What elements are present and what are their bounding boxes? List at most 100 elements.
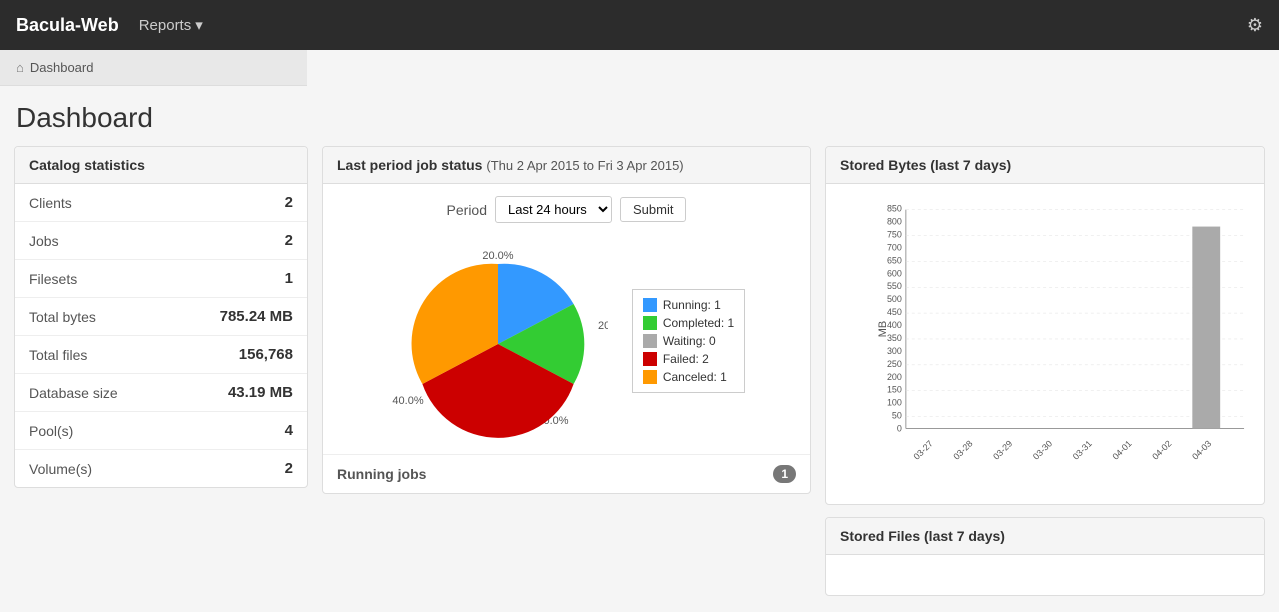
stat-value: 785.24 MB	[220, 308, 293, 325]
stat-row: Clients 2	[15, 184, 307, 222]
stat-label: Total bytes	[29, 309, 96, 325]
job-status-title: Last period job status	[337, 157, 482, 173]
svg-text:20.0%: 20.0%	[598, 320, 608, 332]
svg-text:03-29: 03-29	[991, 438, 1014, 461]
running-jobs-row: Running jobs 1	[323, 454, 810, 493]
svg-text:300: 300	[887, 346, 902, 356]
stat-value: 4	[285, 422, 293, 439]
legend-color-box	[643, 370, 657, 384]
legend-text: Failed: 2	[663, 352, 709, 366]
stat-row: Filesets 1	[15, 260, 307, 298]
bar-04-03	[1192, 227, 1220, 429]
svg-text:850: 850	[887, 204, 902, 214]
svg-text:350: 350	[887, 333, 902, 343]
svg-text:03-30: 03-30	[1031, 438, 1054, 461]
chart-area: 20.0% 20.0% 20.0% 40.0%	[323, 223, 810, 454]
legend-item: Running: 1	[643, 298, 734, 312]
legend-color-box	[643, 334, 657, 348]
stored-files-header: Stored Files (last 7 days)	[826, 518, 1264, 555]
stat-value: 156,768	[239, 346, 293, 363]
pie-legend: Running: 1 Completed: 1 Waiting: 0 Faile…	[632, 289, 745, 393]
stored-bytes-card: Stored Bytes (last 7 days) MB	[825, 146, 1265, 505]
right-panel: Stored Bytes (last 7 days) MB	[825, 146, 1265, 596]
legend-text: Canceled: 1	[663, 370, 727, 384]
svg-text:100: 100	[887, 398, 902, 408]
svg-text:700: 700	[887, 242, 902, 252]
stored-bytes-header: Stored Bytes (last 7 days)	[826, 147, 1264, 184]
svg-text:20.0%: 20.0%	[482, 250, 513, 262]
navbar-brand: Bacula-Web	[16, 15, 119, 36]
stat-label: Volume(s)	[29, 461, 92, 477]
catalog-stats-card: Catalog statistics Clients 2Jobs 2Filese…	[14, 146, 308, 488]
svg-text:04-03: 04-03	[1190, 438, 1213, 461]
svg-text:400: 400	[887, 320, 902, 330]
svg-text:150: 150	[887, 385, 902, 395]
reports-menu[interactable]: Reports ▾	[139, 16, 203, 34]
stat-value: 2	[285, 232, 293, 249]
svg-text:0: 0	[897, 423, 902, 433]
svg-text:650: 650	[887, 255, 902, 265]
job-status-subtitle: (Thu 2 Apr 2015 to Fri 3 Apr 2015)	[486, 158, 683, 173]
center-panel: Last period job status (Thu 2 Apr 2015 t…	[322, 146, 811, 506]
running-jobs-badge: 1	[773, 465, 796, 483]
navbar: Bacula-Web Reports ▾ ⚙	[0, 0, 1279, 50]
svg-text:250: 250	[887, 359, 902, 369]
period-row: Period Last 24 hours Last 48 hours Last …	[323, 184, 810, 223]
legend-text: Running: 1	[663, 298, 721, 312]
legend-color-box	[643, 352, 657, 366]
running-jobs-label: Running jobs	[337, 466, 426, 482]
legend-item: Failed: 2	[643, 352, 734, 366]
stat-value: 2	[285, 194, 293, 211]
legend-color-box	[643, 316, 657, 330]
stored-files-card: Stored Files (last 7 days)	[825, 517, 1265, 596]
svg-text:40.0%: 40.0%	[392, 395, 423, 407]
legend-text: Waiting: 0	[663, 334, 716, 348]
gear-icon[interactable]: ⚙	[1247, 15, 1263, 36]
left-panel: Catalog statistics Clients 2Jobs 2Filese…	[14, 146, 308, 488]
stat-value: 2	[285, 460, 293, 477]
pie-chart-container: 20.0% 20.0% 20.0% 40.0%	[388, 239, 608, 442]
svg-text:500: 500	[887, 294, 902, 304]
stat-label: Database size	[29, 385, 118, 401]
stat-rows-container: Clients 2Jobs 2Filesets 1Total bytes 785…	[15, 184, 307, 487]
stat-row: Pool(s) 4	[15, 412, 307, 450]
stat-row: Database size 43.19 MB	[15, 374, 307, 412]
pie-chart-svg: 20.0% 20.0% 20.0% 40.0%	[388, 239, 608, 439]
home-icon: ⌂	[16, 60, 24, 75]
svg-text:03-28: 03-28	[951, 438, 974, 461]
legend-item: Canceled: 1	[643, 370, 734, 384]
stat-row: Jobs 2	[15, 222, 307, 260]
period-select[interactable]: Last 24 hours Last 48 hours Last week La…	[495, 196, 612, 223]
page-title: Dashboard	[0, 86, 1279, 146]
stat-label: Clients	[29, 195, 72, 211]
legend-color-box	[643, 298, 657, 312]
svg-text:03-27: 03-27	[912, 438, 935, 461]
reports-caret-icon: ▾	[195, 16, 203, 34]
stat-value: 1	[285, 270, 293, 287]
svg-text:550: 550	[887, 281, 902, 291]
main-content: Catalog statistics Clients 2Jobs 2Filese…	[0, 146, 1279, 610]
stat-row: Total bytes 785.24 MB	[15, 298, 307, 336]
stat-row: Total files 156,768	[15, 336, 307, 374]
svg-text:800: 800	[887, 217, 902, 227]
submit-button[interactable]: Submit	[620, 197, 686, 222]
job-status-card: Last period job status (Thu 2 Apr 2015 t…	[322, 146, 811, 494]
svg-text:03-31: 03-31	[1071, 438, 1094, 461]
svg-text:50: 50	[892, 411, 902, 421]
legend-item: Waiting: 0	[643, 334, 734, 348]
svg-text:04-01: 04-01	[1110, 438, 1133, 461]
stat-label: Filesets	[29, 271, 77, 287]
breadcrumb: ⌂ Dashboard	[0, 50, 307, 86]
svg-text:04-02: 04-02	[1150, 438, 1173, 461]
legend-item: Completed: 1	[643, 316, 734, 330]
svg-text:750: 750	[887, 230, 902, 240]
svg-text:450: 450	[887, 307, 902, 317]
stat-label: Jobs	[29, 233, 59, 249]
catalog-stats-header: Catalog statistics	[15, 147, 307, 184]
legend-text: Completed: 1	[663, 316, 734, 330]
job-status-header: Last period job status (Thu 2 Apr 2015 t…	[323, 147, 810, 184]
breadcrumb-label[interactable]: Dashboard	[30, 60, 94, 75]
svg-text:600: 600	[887, 268, 902, 278]
bar-chart-svg: MB 0 50	[876, 194, 1254, 474]
stored-files-body	[826, 555, 1264, 595]
